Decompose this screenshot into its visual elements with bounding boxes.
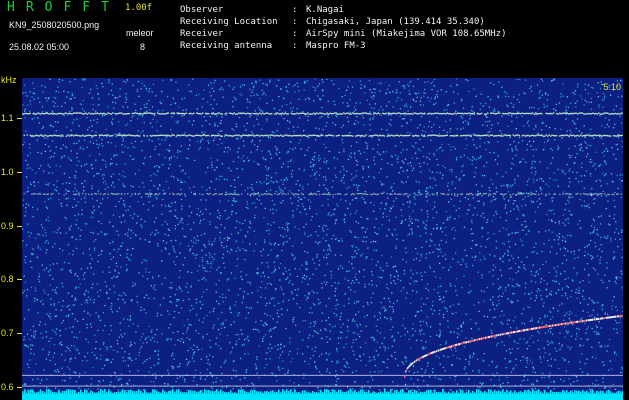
- info-row-receiver: Receiver: AirSpy mini (Miakejima VOR 108.…: [180, 29, 507, 39]
- carrier-line: [22, 112, 623, 115]
- y-tick-label: 0.7: [1, 327, 14, 338]
- y-tick-label: 1.1: [1, 113, 14, 124]
- y-tick-label: 0.8: [1, 274, 14, 285]
- header-panel: HROFFT 1.00f KN9_2508020500.png meleor 2…: [0, 0, 629, 76]
- y-tick-label: 1.0: [1, 166, 14, 177]
- carrier-line: [23, 134, 623, 137]
- station-info: Observer: K.Nagai Receiving Location: Chig…: [180, 4, 506, 52]
- mode-value: 8: [140, 42, 146, 52]
- version-label: 1.00f: [125, 3, 153, 13]
- y-tick-label: 0.6: [1, 381, 14, 392]
- time-label: 5:10: [603, 82, 621, 92]
- spectrogram-canvas: [22, 78, 623, 400]
- carrier-line: [23, 192, 622, 196]
- baseline-band: [22, 389, 623, 400]
- y-tick-label: 0.9: [1, 220, 14, 231]
- mode-label: meleor: [126, 28, 154, 38]
- info-row-location: Receiving Location: Chigasaki, Japan (139…: [180, 17, 485, 27]
- app-title: HROFFT: [7, 0, 120, 15]
- noise-field: [22, 78, 623, 400]
- info-row-observer: Observer: K.Nagai: [180, 5, 344, 15]
- info-row-antenna: Receiving antenna: Maspro FM-3: [180, 41, 366, 51]
- file-name: KN9_2508020500.png: [9, 20, 100, 30]
- unit-label: kHz: [1, 75, 17, 85]
- spectrogram-plot[interactable]: [22, 78, 623, 400]
- datetime-label: 25.08.02 05:00: [9, 42, 70, 52]
